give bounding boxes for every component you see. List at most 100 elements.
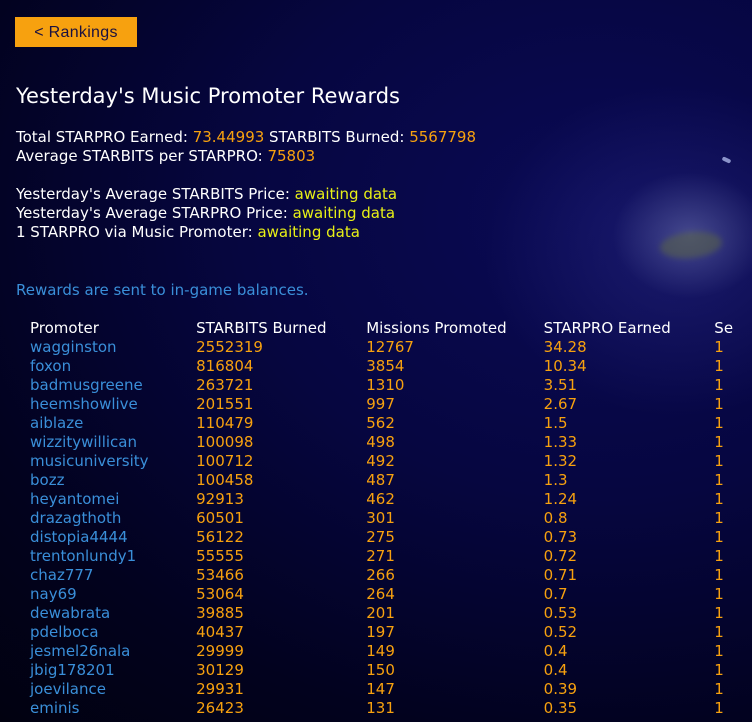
table-row: jbig178201 30129 150 0.4 1 [26, 661, 752, 680]
truncated-cell: 1 [714, 661, 724, 679]
table-row: jesmel26nala 29999 149 0.4 1 [26, 642, 752, 661]
starpro-earned-cell: 10.34 [543, 357, 587, 375]
starpro-earned-cell: 0.39 [543, 680, 578, 698]
starbits-burned-cell: 29999 [196, 642, 244, 660]
truncated-cell: 1 [714, 585, 724, 603]
average-line: Average STARBITS per STARPRO: 75803 [16, 147, 476, 166]
back-to-rankings-button[interactable]: < Rankings [15, 17, 137, 47]
starpro-earned-cell: 0.8 [543, 509, 568, 527]
starpro-earned-cell: 0.35 [543, 699, 578, 717]
average-value: 75803 [267, 147, 316, 165]
starbits-price-line: Yesterday's Average STARBITS Price: awai… [16, 185, 476, 204]
truncated-cell: 1 [714, 490, 724, 508]
table-row: dewabrata 39885 201 0.53 1 [26, 604, 752, 623]
header-missions-promoted: Missions Promoted [366, 319, 507, 337]
missions-promoted-cell: 997 [366, 395, 395, 413]
total-earned-value: 73.44993 [192, 128, 265, 146]
starpro-price-label: Yesterday's Average STARPRO Price: [16, 204, 293, 222]
promoter-link[interactable]: heyantomei [26, 490, 196, 509]
background-star [721, 156, 732, 164]
starbits-burned-label: STARBITS Burned: [264, 128, 410, 146]
promoter-link[interactable]: pdelboca [26, 623, 196, 642]
promoter-link[interactable]: joevilance [26, 680, 196, 699]
starbits-burned-cell: 56122 [196, 528, 244, 546]
background-planet-glow [658, 228, 724, 262]
missions-promoted-cell: 1310 [366, 376, 405, 394]
starpro-earned-cell: 1.3 [543, 471, 568, 489]
truncated-cell: 1 [714, 395, 724, 413]
missions-promoted-cell: 266 [366, 566, 395, 584]
missions-promoted-cell: 264 [366, 585, 395, 603]
promoter-link[interactable]: wizzitywillican [26, 433, 196, 452]
truncated-cell: 1 [714, 338, 724, 356]
starpro-earned-cell: 1.24 [543, 490, 578, 508]
missions-promoted-cell: 201 [366, 604, 395, 622]
starbits-price-label: Yesterday's Average STARBITS Price: [16, 185, 295, 203]
promoter-link[interactable]: distopia4444 [26, 528, 196, 547]
truncated-cell: 1 [714, 547, 724, 565]
via-promoter-line: 1 STARPRO via Music Promoter: awaiting d… [16, 223, 476, 242]
header-starpro-earned: STARPRO Earned [543, 319, 671, 337]
starpro-earned-cell: 0.73 [543, 528, 578, 546]
starbits-burned-cell: 60501 [196, 509, 244, 527]
promoter-link[interactable]: eminis [26, 699, 196, 718]
promoter-link[interactable]: trentonlundy1 [26, 547, 196, 566]
stats-summary: Total STARPRO Earned: 73.44993 STARBITS … [16, 128, 476, 242]
promoter-link[interactable]: wagginston [26, 338, 196, 357]
starbits-burned-cell: 40437 [196, 623, 244, 641]
promoter-link[interactable]: foxon [26, 357, 196, 376]
table-row: trentonlundy1 55555 271 0.72 1 [26, 547, 752, 566]
promoter-link[interactable]: jesmel26nala [26, 642, 196, 661]
promoter-link[interactable]: heemshowlive [26, 395, 196, 414]
promoter-link[interactable]: aiblaze [26, 414, 196, 433]
promoter-link[interactable]: drazagthoth [26, 509, 196, 528]
missions-promoted-cell: 149 [366, 642, 395, 660]
missions-promoted-cell: 3854 [366, 357, 405, 375]
truncated-cell: 1 [714, 680, 724, 698]
promoter-link[interactable]: chaz777 [26, 566, 196, 585]
starpro-earned-cell: 1.32 [543, 452, 578, 470]
missions-promoted-cell: 12767 [366, 338, 414, 356]
starbits-burned-cell: 30129 [196, 661, 244, 679]
starbits-burned-cell: 92913 [196, 490, 244, 508]
table-row: heyantomei 92913 462 1.24 1 [26, 490, 752, 509]
starbits-burned-value: 5567798 [409, 128, 477, 146]
missions-promoted-cell: 492 [366, 452, 395, 470]
truncated-cell: 1 [714, 414, 724, 432]
starbits-burned-cell: 29931 [196, 680, 244, 698]
starbits-burned-cell: 816804 [196, 357, 254, 375]
table-row: heemshowlive 201551 997 2.67 1 [26, 395, 752, 414]
missions-promoted-cell: 462 [366, 490, 395, 508]
starbits-burned-cell: 110479 [196, 414, 254, 432]
table-row: wizzitywillican 100098 498 1.33 1 [26, 433, 752, 452]
starbits-burned-cell: 100098 [196, 433, 254, 451]
starpro-earned-cell: 0.7 [543, 585, 568, 603]
starpro-earned-cell: 0.4 [543, 661, 568, 679]
table-row: chaz777 53466 266 0.71 1 [26, 566, 752, 585]
promoter-link[interactable]: nay69 [26, 585, 196, 604]
truncated-cell: 1 [714, 604, 724, 622]
missions-promoted-cell: 498 [366, 433, 395, 451]
rewards-table: Promoter STARBITS Burned Missions Promot… [26, 318, 752, 718]
table-row: wagginston 2552319 12767 34.28 1 [26, 338, 752, 357]
truncated-cell: 1 [714, 433, 724, 451]
promoter-link[interactable]: dewabrata [26, 604, 196, 623]
truncated-cell: 1 [714, 699, 724, 717]
starpro-earned-cell: 1.33 [543, 433, 578, 451]
truncated-cell: 1 [714, 452, 724, 470]
starbits-burned-cell: 100458 [196, 471, 254, 489]
truncated-cell: 1 [714, 528, 724, 546]
promoter-link[interactable]: bozz [26, 471, 196, 490]
truncated-cell: 1 [714, 471, 724, 489]
starpro-earned-cell: 2.67 [543, 395, 578, 413]
table-row: joevilance 29931 147 0.39 1 [26, 680, 752, 699]
table-row: foxon 816804 3854 10.34 1 [26, 357, 752, 376]
truncated-cell: 1 [714, 566, 724, 584]
promoter-link[interactable]: badmusgreene [26, 376, 196, 395]
table-row: nay69 53064 264 0.7 1 [26, 585, 752, 604]
average-label: Average STARBITS per STARPRO: [16, 147, 268, 165]
table-row: musicuniversity 100712 492 1.32 1 [26, 452, 752, 471]
promoter-link[interactable]: musicuniversity [26, 452, 196, 471]
promoter-link[interactable]: jbig178201 [26, 661, 196, 680]
total-earned-line: Total STARPRO Earned: 73.44993 STARBITS … [16, 128, 476, 147]
